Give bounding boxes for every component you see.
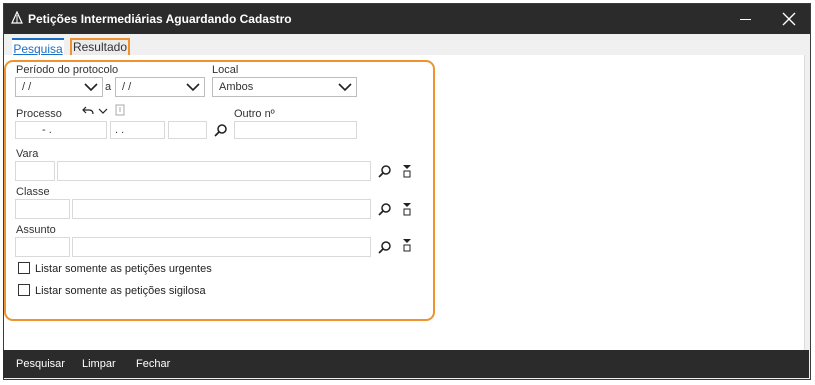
window-title: Petições Intermediárias Aguardando Cadas… xyxy=(28,12,292,26)
classe-description-input[interactable] xyxy=(72,199,371,219)
vara-description-input[interactable] xyxy=(57,161,371,181)
search-icon[interactable] xyxy=(214,123,228,137)
processo-part3-input[interactable] xyxy=(168,121,207,139)
clear-field-icon[interactable] xyxy=(401,238,413,252)
processo-label: Processo xyxy=(16,108,62,120)
processo-part1-input[interactable]: - . xyxy=(15,121,107,139)
sigilosas-checkbox-label[interactable]: Listar somente as petições sigilosa xyxy=(35,285,206,297)
sigilosas-checkbox[interactable] xyxy=(18,284,30,296)
periodo-to-value: / / xyxy=(122,81,132,93)
classe-label: Classe xyxy=(16,186,50,198)
urgentes-checkbox-label[interactable]: Listar somente as petições urgentes xyxy=(35,263,212,275)
chevron-down-icon xyxy=(338,83,352,92)
local-select[interactable]: Ambos xyxy=(212,77,357,97)
chevron-down-icon xyxy=(84,83,98,92)
minimize-icon[interactable] xyxy=(722,4,768,34)
processo-part1-value: - . xyxy=(42,124,52,136)
processo-part2-value: . . xyxy=(115,124,125,136)
fechar-button[interactable]: Fechar xyxy=(136,358,170,370)
assunto-label: Assunto xyxy=(16,224,56,236)
search-icon[interactable] xyxy=(378,240,392,254)
periodo-from-value: / / xyxy=(22,81,32,93)
periodo-from-select[interactable]: / / xyxy=(15,77,103,97)
vara-label: Vara xyxy=(16,148,39,160)
document-icon[interactable] xyxy=(115,104,125,116)
periodo-separator: a xyxy=(105,81,112,93)
pesquisar-button[interactable]: Pesquisar xyxy=(16,358,65,370)
vara-code-input[interactable] xyxy=(15,161,55,181)
assunto-description-input[interactable] xyxy=(72,237,371,257)
processo-part2-input[interactable]: . . xyxy=(110,121,165,139)
urgentes-checkbox[interactable] xyxy=(18,262,30,274)
classe-code-input[interactable] xyxy=(15,199,70,219)
undo-icon[interactable] xyxy=(82,106,94,116)
outro-numero-input[interactable] xyxy=(234,121,357,139)
periodo-label: Período do protocolo xyxy=(16,64,119,76)
close-icon[interactable] xyxy=(768,4,810,34)
outro-label: Outro nº xyxy=(234,108,275,120)
assunto-code-input[interactable] xyxy=(15,237,70,257)
form-highlight xyxy=(4,60,435,321)
local-value: Ambos xyxy=(219,81,254,93)
chevron-down-icon[interactable] xyxy=(98,107,108,115)
periodo-to-select[interactable]: / / xyxy=(115,77,205,97)
local-label: Local xyxy=(212,64,239,76)
search-icon[interactable] xyxy=(378,202,392,216)
title-bar: Petições Intermediárias Aguardando Cadas… xyxy=(4,4,810,34)
limpar-button[interactable]: Limpar xyxy=(82,358,116,370)
app-icon xyxy=(11,11,23,24)
chevron-down-icon xyxy=(186,83,200,92)
clear-field-icon[interactable] xyxy=(401,164,413,178)
footer-bar: Pesquisar Limpar Fechar xyxy=(3,350,809,378)
search-icon[interactable] xyxy=(378,164,392,178)
clear-field-icon[interactable] xyxy=(401,202,413,216)
